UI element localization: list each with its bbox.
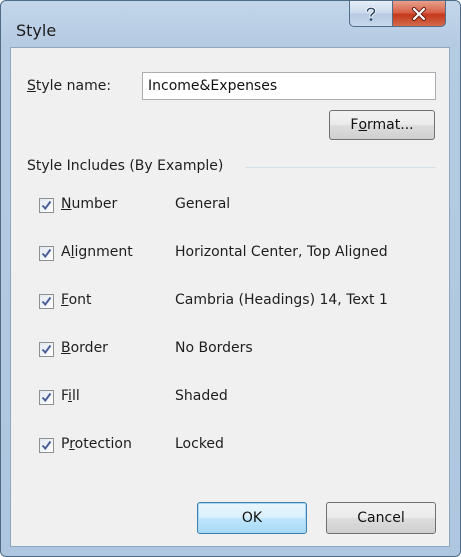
fill-value: Shaded <box>175 388 228 404</box>
font-checkbox[interactable] <box>39 294 54 309</box>
protection-value: Locked <box>175 436 224 452</box>
style-includes-heading: Style Includes (By Example) <box>27 158 224 174</box>
style-name-label: Style name: <box>27 78 112 94</box>
checkmark-icon <box>41 440 52 451</box>
alignment-label: Alignment <box>61 244 133 260</box>
checkmark-icon <box>41 200 52 211</box>
format-button[interactable]: Fo rmat... <box>329 110 435 140</box>
group-divider <box>245 167 436 168</box>
close-button[interactable] <box>392 1 446 27</box>
number-label: Number <box>61 196 118 212</box>
close-x-icon <box>412 6 426 21</box>
dialog-title: Style <box>16 21 57 40</box>
dialog-body: Style name: Income&Expenses Fo rmat... St… <box>10 47 450 547</box>
cancel-button[interactable]: Cancel <box>326 502 436 534</box>
ok-button[interactable]: OK <box>197 502 307 534</box>
fill-checkbox[interactable] <box>39 390 54 405</box>
border-label: Border <box>61 340 108 356</box>
checkmark-icon <box>41 344 52 355</box>
number-checkbox[interactable] <box>39 198 54 213</box>
border-checkbox[interactable] <box>39 342 54 357</box>
alignment-checkbox[interactable] <box>39 246 54 261</box>
checkmark-icon <box>41 296 52 307</box>
alignment-value: Horizontal Center, Top Aligned <box>175 244 388 260</box>
checkmark-icon <box>41 392 52 403</box>
title-bar[interactable]: Style <box>1 1 460 47</box>
border-value: No Borders <box>175 340 253 356</box>
style-dialog: Style Style name: Income&Expenses Fo rmat… <box>0 0 461 557</box>
number-value: General <box>175 196 231 212</box>
font-value: Cambria (Headings) 14, Text 1 <box>175 292 388 308</box>
checkmark-icon <box>41 248 52 259</box>
font-label: Font <box>61 292 92 308</box>
protection-checkbox[interactable] <box>39 438 54 453</box>
protection-label: Protection <box>61 436 132 452</box>
question-mark-icon <box>365 6 377 21</box>
fill-label: Fill <box>61 388 80 404</box>
style-name-input[interactable]: Income&Expenses <box>142 72 436 100</box>
help-button[interactable] <box>349 1 393 27</box>
